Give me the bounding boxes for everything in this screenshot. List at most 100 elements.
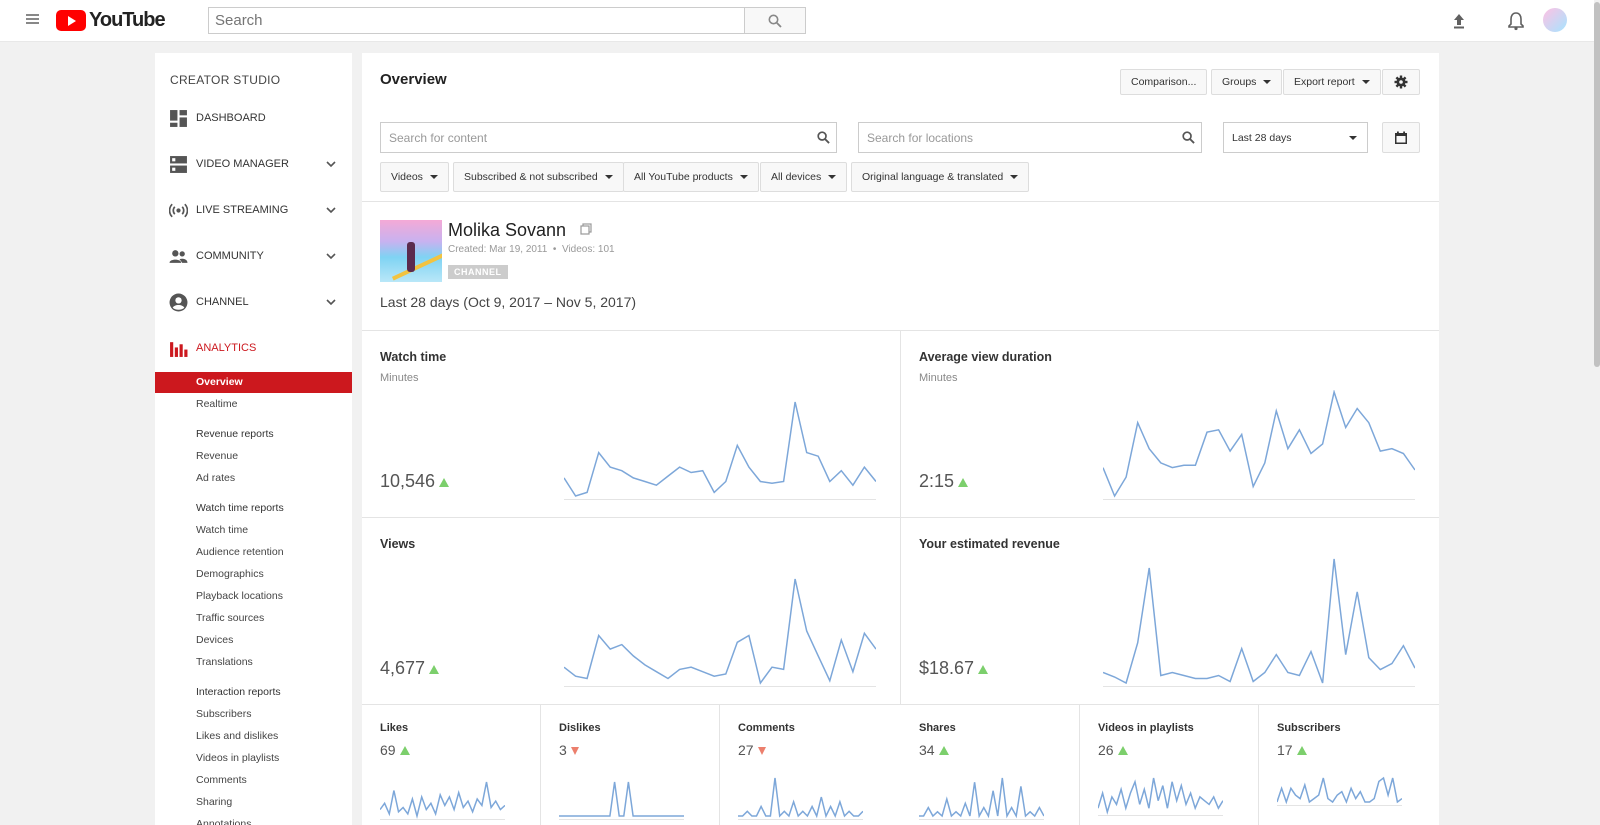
- chevron-down-icon[interactable]: [325, 250, 337, 262]
- card-value: 34: [919, 742, 935, 758]
- views-sparkline: [564, 578, 876, 687]
- trend-down-icon: [757, 747, 766, 755]
- watch-time-card[interactable]: Watch time Minutes 10,546: [362, 330, 900, 517]
- settings-button[interactable]: [1382, 69, 1420, 95]
- card-value: 2:15: [919, 471, 955, 491]
- chevron-down-icon[interactable]: [325, 204, 337, 216]
- comparison-label: Comparison...: [1131, 76, 1197, 88]
- sidebar-item-video-manager[interactable]: VIDEO MANAGER: [155, 149, 352, 179]
- estimated-revenue-card[interactable]: Your estimated revenue $18.67: [901, 517, 1439, 704]
- card-title: Shares: [919, 722, 956, 734]
- card-title: Average view duration: [919, 350, 1052, 364]
- sidebar-subitem-revenue[interactable]: Revenue: [155, 446, 352, 467]
- gear-icon: [1394, 75, 1408, 89]
- export-report-button[interactable]: Export report: [1283, 69, 1381, 95]
- sidebar-item-live-streaming[interactable]: LIVE STREAMING: [155, 195, 352, 225]
- dropdown-caret-icon: [1010, 175, 1019, 179]
- sidebar-subitem-sharing[interactable]: Sharing: [155, 792, 352, 813]
- filter-videos-dropdown[interactable]: Videos: [380, 162, 449, 192]
- filter-subscribed-dropdown[interactable]: Subscribed & not subscribed: [453, 162, 624, 192]
- filter-products-dropdown[interactable]: All YouTube products: [623, 162, 759, 192]
- sidebar-subitem-annotations[interactable]: Annotations: [155, 814, 352, 825]
- sidebar-item-label: ANALYTICS: [196, 342, 257, 354]
- filter-devices-dropdown[interactable]: All devices: [760, 162, 848, 192]
- chevron-down-icon[interactable]: [325, 296, 337, 308]
- sidebar-item-community[interactable]: COMMUNITY: [155, 241, 352, 271]
- notifications-bell-icon[interactable]: [1506, 11, 1526, 31]
- sidebar-subitem-devices[interactable]: Devices: [155, 630, 352, 651]
- channel-thumbnail[interactable]: [380, 220, 442, 282]
- sidebar-item-label: VIDEO MANAGER: [196, 158, 289, 170]
- comparison-button[interactable]: Comparison...: [1120, 69, 1208, 95]
- comments-card[interactable]: Comments 27: [720, 704, 900, 825]
- sidebar-subitem-overview[interactable]: Overview: [155, 372, 352, 393]
- sidebar-subitem-likes-dislikes[interactable]: Likes and dislikes: [155, 726, 352, 747]
- dropdown-caret-icon: [1361, 80, 1370, 84]
- sidebar-subitem-realtime[interactable]: Realtime: [155, 394, 352, 415]
- sparkline-series: [919, 777, 1044, 819]
- revenue-sparkline: [1103, 558, 1415, 687]
- sidebar-subitem-audience-retention[interactable]: Audience retention: [155, 542, 352, 563]
- card-title: Dislikes: [559, 722, 601, 734]
- dropdown-caret-icon: [604, 175, 613, 179]
- filter-label: Subscribed & not subscribed: [464, 171, 598, 183]
- card-subtitle: Minutes: [919, 372, 958, 384]
- subscribers-card[interactable]: Subscribers 17: [1259, 704, 1439, 825]
- sidebar-subitem-demographics[interactable]: Demographics: [155, 564, 352, 585]
- sidebar-subitem-watch-time[interactable]: Watch time: [155, 520, 352, 541]
- analytics-icon: [170, 341, 188, 357]
- trend-up-icon: [439, 478, 450, 487]
- dropdown-caret-icon: [429, 175, 438, 179]
- search-locations-input[interactable]: Search for locations: [858, 122, 1202, 153]
- trend-down-icon: [570, 747, 579, 755]
- sidebar-subitem-traffic-sources[interactable]: Traffic sources: [155, 608, 352, 629]
- sidebar-item-channel[interactable]: CHANNEL: [155, 287, 352, 317]
- menu-icon[interactable]: [26, 12, 42, 28]
- search-button[interactable]: [745, 7, 806, 34]
- views-card[interactable]: Views 4,677: [362, 517, 900, 704]
- date-range-value: Last 28 days: [1232, 131, 1292, 144]
- page-title: Overview: [380, 71, 447, 88]
- page-scrollbar[interactable]: [1594, 0, 1600, 825]
- likes-sparkline: [380, 781, 505, 820]
- dislikes-card[interactable]: Dislikes 3: [541, 704, 719, 825]
- sidebar-subitem-subscribers[interactable]: Subscribers: [155, 704, 352, 725]
- search-content-input[interactable]: Search for content: [380, 122, 837, 153]
- sidebar-subitem-comments[interactable]: Comments: [155, 770, 352, 791]
- sidebar-item-analytics[interactable]: ANALYTICS: [155, 333, 352, 363]
- sidebar-subitem-videos-in-playlists[interactable]: Videos in playlists: [155, 748, 352, 769]
- sidebar-subitem-ad-rates[interactable]: Ad rates: [155, 468, 352, 489]
- groups-button[interactable]: Groups: [1211, 69, 1283, 95]
- likes-card[interactable]: Likes 69: [362, 704, 540, 825]
- search-icon: [1182, 131, 1195, 144]
- filter-label: Original language & translated: [862, 171, 1004, 183]
- filter-language-dropdown[interactable]: Original language & translated: [851, 162, 1030, 192]
- calendar-button[interactable]: [1382, 122, 1420, 153]
- channel-name[interactable]: Molika Sovann: [448, 220, 566, 241]
- trend-up-icon: [429, 665, 440, 674]
- sidebar-item-dashboard[interactable]: DASHBOARD: [155, 103, 352, 133]
- chevron-down-icon[interactable]: [325, 158, 337, 170]
- interaction-reports-heading: Interaction reports: [196, 686, 281, 698]
- date-range-select[interactable]: Last 28 days: [1223, 122, 1368, 153]
- account-avatar[interactable]: [1543, 8, 1567, 32]
- shares-card[interactable]: Shares 34: [901, 704, 1079, 825]
- youtube-logo[interactable]: YouTube: [56, 9, 166, 32]
- calendar-icon: [1395, 131, 1407, 144]
- sidebar-subitem-translations[interactable]: Translations: [155, 652, 352, 673]
- scrollbar-thumb[interactable]: [1594, 2, 1600, 367]
- channel-meta: Created: Mar 19, 2011 • Videos: 101: [448, 244, 615, 255]
- avg-view-duration-card[interactable]: Average view duration Minutes 2:15: [901, 330, 1439, 517]
- videos-in-playlists-card[interactable]: Videos in playlists 26: [1080, 704, 1258, 825]
- sparkline-series: [1103, 558, 1415, 685]
- sidebar-subitem-playback-locations[interactable]: Playback locations: [155, 586, 352, 607]
- open-external-icon[interactable]: [580, 223, 592, 235]
- sidebar-item-label: DASHBOARD: [196, 112, 266, 124]
- subscribers-sparkline: [1277, 776, 1402, 806]
- search-input[interactable]: [208, 7, 745, 34]
- search-content-placeholder: Search for content: [389, 130, 488, 145]
- card-title: Watch time: [380, 350, 447, 364]
- upload-icon[interactable]: [1449, 11, 1469, 31]
- card-value: 26: [1098, 742, 1114, 758]
- revenue-reports-heading: Revenue reports: [196, 428, 274, 440]
